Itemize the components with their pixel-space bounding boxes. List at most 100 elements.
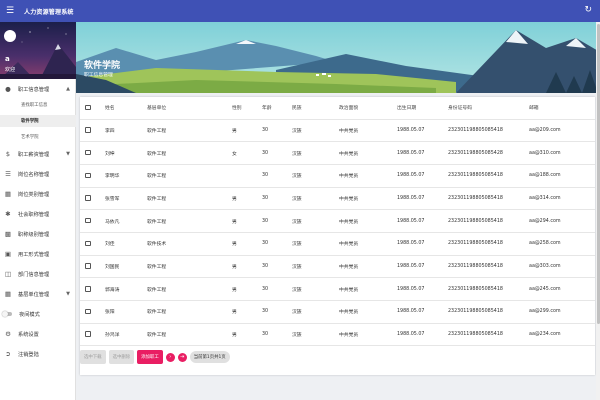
row-checkbox[interactable]	[85, 308, 91, 315]
delete-selected-button[interactable]: 选中删除	[108, 350, 135, 364]
dollar-icon: $	[5, 150, 11, 158]
nav-sub-find-employee[interactable]: 查找职工信息	[0, 99, 76, 111]
column-header[interactable]: 姓名	[105, 97, 147, 120]
nav-salary[interactable]: $ 职工薪资管理 ▼	[0, 146, 76, 162]
cell-unit: 软件工程	[147, 255, 232, 279]
nav-label: 系统设置	[18, 331, 39, 338]
row-checkbox[interactable]	[85, 240, 91, 247]
row-checkbox[interactable]	[85, 331, 91, 337]
row-checkbox[interactable]	[85, 127, 91, 133]
download-selected-button[interactable]: 选中下载	[80, 350, 106, 364]
table-row[interactable]: 刘国民 软件工程 男 30 汉族 中共党员 1988.05.07 2323011…	[80, 255, 595, 279]
app-title: 人力资源管理系统	[24, 8, 74, 16]
cell-name: 马依凡	[105, 209, 147, 233]
cell-ethnicity: 汉族	[292, 187, 339, 211]
cell-ethnicity: 汉族	[292, 277, 339, 301]
cell-ethnicity: 汉族	[292, 164, 339, 188]
cell-id-number: 232301198805085418	[448, 209, 529, 233]
avatar[interactable]	[4, 30, 16, 42]
cell-email: aa@258.com	[529, 232, 595, 256]
table-row[interactable]: 马依凡 软件工程 男 30 汉族 中共党员 1988.05.07 2323011…	[80, 209, 595, 233]
cell-gender: 男	[232, 209, 262, 233]
cell-gender: 男	[232, 187, 262, 211]
column-header[interactable]: 年龄	[262, 97, 292, 120]
nav-sub-software-college[interactable]: 软件学院	[0, 115, 76, 127]
cell-ethnicity: 汉族	[292, 209, 339, 233]
table-row[interactable]: 刘坤 软件工程 女 30 汉族 中共党员 1988.05.07 23230119…	[80, 141, 595, 165]
table-row[interactable]: 张阳 软件工程 男 30 汉族 中共党员 1988.05.07 23230119…	[80, 300, 595, 324]
table-row[interactable]: 张雪军 软件工程 男 30 汉族 中共党员 1988.05.07 2323011…	[80, 187, 595, 211]
table-row[interactable]: 郭海涛 软件工程 男 30 汉族 中共党员 1988.05.07 2323011…	[80, 277, 595, 301]
column-header[interactable]: 政治面貌	[339, 97, 397, 120]
cell-email: aa@209.com	[529, 119, 595, 143]
cell-unit: 软件工程	[147, 164, 232, 188]
cell-gender: 男	[232, 119, 262, 143]
profile-header: a 欢迎	[0, 22, 76, 79]
row-checkbox[interactable]	[85, 286, 91, 292]
table-row[interactable]: 刘佳 软件技术 男 30 汉族 中共党员 1988.05.07 23230119…	[80, 232, 595, 256]
table-row[interactable]: 孙鸿洋 软件工程 男 30 汉族 中共党员 1988.05.07 2323011…	[80, 323, 595, 347]
row-checkbox[interactable]	[85, 149, 91, 156]
toggle-icon[interactable]	[2, 311, 12, 317]
column-header[interactable]: 民族	[292, 97, 339, 120]
cell-ethnicity: 汉族	[292, 232, 339, 256]
row-checkbox[interactable]	[85, 172, 91, 179]
column-header[interactable]: 基层单位	[147, 97, 232, 120]
cell-gender: 男	[232, 300, 262, 324]
cell-name: 张阳	[105, 300, 147, 324]
table-row[interactable]: 李四 软件工程 男 30 汉族 中共党员 1988.05.07 23230119…	[80, 119, 595, 143]
row-checkbox[interactable]	[85, 217, 91, 224]
table-row[interactable]: 李明华 软件工程 30 汉族 中共党员 1988.05.07 232301198…	[80, 164, 595, 188]
column-header[interactable]: 性别	[232, 97, 262, 120]
cell-id-number: 232301198805085418	[448, 164, 529, 188]
cell-age: 30	[262, 255, 292, 279]
nav-social-title[interactable]: ✱ 社会职称管理	[0, 206, 76, 222]
nav-sub-art-college[interactable]: 艺术学院	[0, 131, 76, 143]
page-info: 当前第1页共1页	[189, 351, 230, 363]
refresh-icon[interactable]: ↻	[584, 6, 592, 15]
chevron-right-icon[interactable]: ›	[165, 352, 175, 362]
nav-employee-info[interactable]: ● 职工信息管理 ▲	[0, 81, 76, 97]
cell-email: aa@234.com	[529, 323, 595, 347]
cell-id-number: 232301198805085418	[448, 300, 529, 324]
cell-age: 30	[262, 300, 292, 324]
cell-name: 孙鸿洋	[105, 323, 147, 347]
grid-icon: ▦	[4, 290, 12, 298]
cell-political: 中共党员	[339, 232, 397, 256]
cell-age: 30	[262, 232, 292, 256]
cell-unit: 软件技术	[147, 232, 232, 256]
nav-employment-type[interactable]: ▣ 用工形式管理	[0, 246, 76, 262]
cell-unit: 软件工程	[147, 300, 232, 324]
nav-night-mode[interactable]: 夜间模式	[0, 306, 76, 322]
people-icon: ●	[5, 85, 11, 93]
select-all-checkbox[interactable]	[85, 104, 91, 111]
menu-icon[interactable]: ☰	[6, 6, 16, 16]
cell-id-number: 232301198805085418	[448, 255, 529, 279]
row-checkbox[interactable]	[85, 263, 91, 269]
logout-icon: ➲	[5, 350, 11, 358]
chevron-up-icon: ▲	[66, 86, 70, 92]
last-page-icon[interactable]: ⇥	[177, 352, 187, 362]
scrollbar-thumb[interactable]	[596, 24, 600, 324]
add-employee-button[interactable]: 添加职工	[137, 350, 163, 364]
nav-position-name[interactable]: ☰ 岗位名称管理	[0, 166, 76, 182]
cell-email: aa@314.com	[529, 187, 595, 211]
column-header[interactable]: 邮箱	[529, 97, 595, 120]
nav-logout[interactable]: ➲ 注销登陆	[0, 346, 76, 362]
nav-position-category[interactable]: ▦ 岗位类别管理	[0, 186, 76, 202]
table-header-row: 姓名 基层单位 性别 年龄 民族 政治面貌 出生日期 身份证号码 邮箱	[80, 97, 595, 120]
scrollbar[interactable]	[596, 22, 600, 400]
cell-id-number: 232301198805085418	[448, 232, 529, 256]
column-header[interactable]: 身份证号码	[448, 97, 529, 120]
column-header[interactable]: 出生日期	[397, 97, 448, 120]
social-icon: ✱	[5, 210, 11, 218]
row-checkbox[interactable]	[85, 195, 91, 201]
nav-base-unit[interactable]: ▦ 基层单位管理 ▼	[0, 286, 76, 302]
page-banner: 软件学院 职工信息管理	[76, 22, 600, 93]
nav-title-level[interactable]: ▩ 职称级别管理	[0, 226, 76, 242]
nav-settings[interactable]: ⚙ 系统设置	[0, 326, 76, 342]
cell-email: aa@188.com	[529, 164, 595, 188]
nav-department[interactable]: ◫ 部门信息管理	[0, 266, 76, 282]
cell-unit: 软件工程	[147, 209, 232, 233]
cell-unit: 软件工程	[147, 119, 232, 143]
